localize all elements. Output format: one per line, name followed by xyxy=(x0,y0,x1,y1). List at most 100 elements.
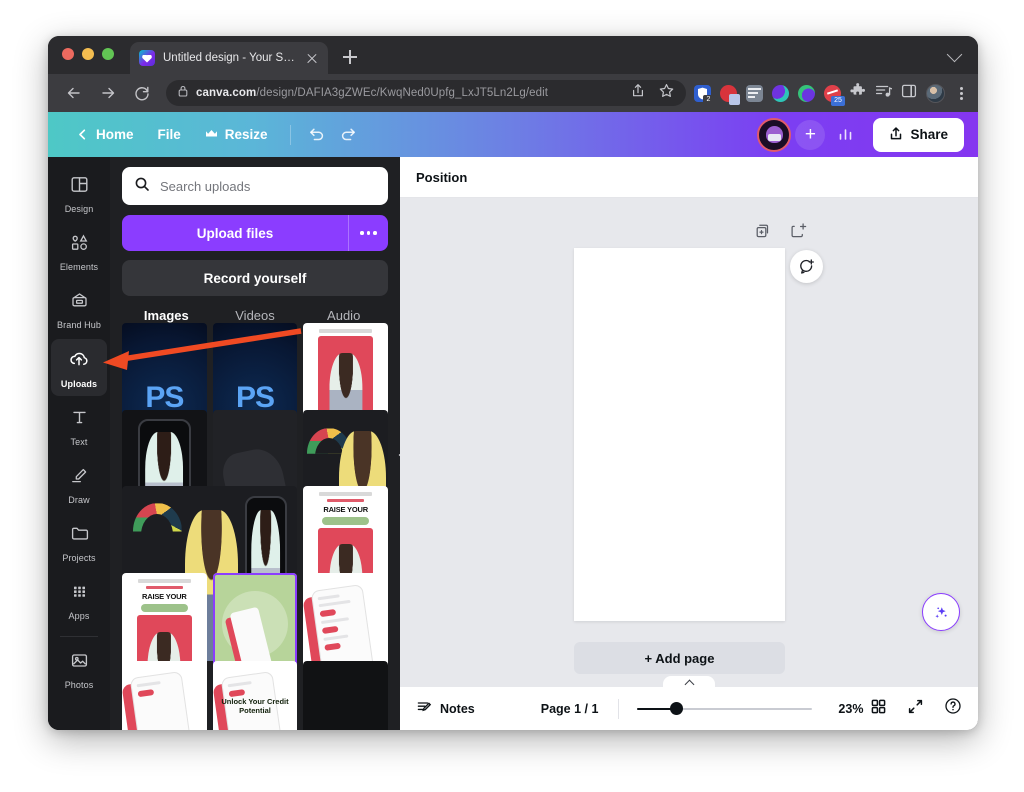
search-placeholder: Search uploads xyxy=(160,178,251,194)
home-button[interactable]: Home xyxy=(64,121,146,148)
share-icon[interactable] xyxy=(631,83,645,103)
redo-icon[interactable] xyxy=(333,119,365,151)
sidebar-item-elements[interactable]: Elements xyxy=(51,223,107,279)
upload-files-button[interactable]: Upload files xyxy=(122,215,388,251)
sidebar-item-design[interactable]: Design xyxy=(51,165,107,221)
address-bar[interactable]: canva.com/design/DAFIA3gZWEc/KwqNed0Upfg… xyxy=(166,80,686,106)
add-collaborator-button[interactable]: + xyxy=(795,119,826,150)
brand-bar xyxy=(137,579,192,584)
magic-assistant-button[interactable] xyxy=(922,593,960,631)
sidebar-item-photos[interactable]: Photos xyxy=(51,641,107,697)
sidebar-item-uploads[interactable]: Uploads xyxy=(51,339,107,396)
toolbar-divider xyxy=(289,124,291,145)
crown-icon xyxy=(205,127,218,142)
text-icon xyxy=(69,407,90,433)
sidebar-item-apps[interactable]: Apps xyxy=(51,572,107,628)
zoom-slider[interactable] xyxy=(637,702,813,716)
canva-heart-icon xyxy=(139,50,155,66)
new-tab-button[interactable] xyxy=(340,47,360,67)
kebab-menu-icon[interactable] xyxy=(954,85,968,101)
add-page-label: + Add page xyxy=(644,650,715,666)
minimize-window-button[interactable] xyxy=(82,48,94,60)
back-arrow-icon[interactable] xyxy=(60,79,88,107)
sidebar-item-projects[interactable]: Projects xyxy=(51,514,107,570)
sidebar-item-label: Draw xyxy=(68,495,90,505)
fullscreen-icon[interactable] xyxy=(907,698,924,720)
extension-grammarly-icon[interactable]: 25 xyxy=(824,84,845,106)
sidebar-item-text[interactable]: Text xyxy=(51,398,107,454)
ui-line xyxy=(136,681,162,688)
resize-button[interactable]: Resize xyxy=(193,121,280,148)
search-icon xyxy=(134,176,150,197)
add-page-button[interactable]: + Add page xyxy=(574,642,785,674)
ui-pill xyxy=(319,608,337,617)
brand-bar xyxy=(318,491,373,496)
share-button[interactable]: Share xyxy=(873,117,964,152)
collaborator-avatar[interactable] xyxy=(757,117,792,152)
extensions-puzzle-icon[interactable] xyxy=(850,82,866,104)
collapse-panel-button[interactable] xyxy=(398,425,400,485)
reload-icon[interactable] xyxy=(128,79,156,107)
omnibox-actions xyxy=(621,83,674,103)
upload-thumb-phone-partial-1[interactable] xyxy=(122,660,207,730)
phone-mockup xyxy=(129,671,199,730)
extension-purple-green-icon[interactable] xyxy=(798,84,815,102)
upload-thumb-phone-partial-2[interactable] xyxy=(212,660,298,730)
ui-pill xyxy=(228,689,246,698)
extension-notes-icon[interactable] xyxy=(746,84,763,102)
duplicate-page-icon[interactable] xyxy=(755,222,772,244)
file-label: File xyxy=(157,127,181,142)
window-traffic-lights xyxy=(62,48,114,60)
upload-thumb-green-unlock[interactable]: Unlock Your Credit Potential xyxy=(212,573,298,724)
chevron-down-icon[interactable] xyxy=(946,46,963,63)
sidebar-item-label: Brand Hub xyxy=(57,320,101,330)
left-rail: Design Elements Brand Hub Uploads Text D… xyxy=(48,157,110,730)
side-panel-icon[interactable] xyxy=(901,83,917,104)
position-toolbar: Position xyxy=(400,157,978,198)
add-page-icon[interactable] xyxy=(790,222,807,244)
slider-knob[interactable] xyxy=(670,702,684,715)
browser-tab[interactable]: Untitled design - Your Story xyxy=(130,42,328,74)
sidebar-item-draw[interactable]: Draw xyxy=(51,456,107,512)
page-indicator[interactable]: Page 1 / 1 xyxy=(541,702,599,716)
toolbar-divider xyxy=(618,698,620,719)
expand-panel-button[interactable] xyxy=(663,676,715,690)
extension-badge: 25 xyxy=(831,95,845,106)
tab-label: Videos xyxy=(235,308,275,323)
profile-avatar[interactable] xyxy=(926,83,945,103)
star-icon[interactable] xyxy=(659,83,674,103)
search-input[interactable]: Search uploads xyxy=(122,167,388,205)
uploads-cloud-icon xyxy=(68,348,90,375)
story-title: RAISE YOUR xyxy=(323,504,368,514)
subtitle-bar xyxy=(145,586,183,590)
canva-top-toolbar: Home File Resize + Share xyxy=(48,112,978,157)
bitwarden-extension-icon[interactable]: 2 xyxy=(694,84,714,105)
close-icon[interactable] xyxy=(305,51,319,65)
sidebar-item-brand-hub[interactable]: Brand Hub xyxy=(51,281,107,337)
forward-arrow-icon[interactable] xyxy=(94,79,122,107)
chevron-up-icon xyxy=(684,679,694,690)
file-menu-button[interactable]: File xyxy=(146,121,193,148)
record-yourself-button[interactable]: Record yourself xyxy=(122,260,388,296)
extension-red-folder-icon[interactable] xyxy=(720,84,740,105)
add-comment-button[interactable] xyxy=(790,250,823,283)
design-page-canvas[interactable] xyxy=(574,248,785,621)
more-options-icon[interactable] xyxy=(348,215,388,251)
photos-icon xyxy=(69,650,90,676)
story-title: RAISE YOUR xyxy=(142,592,187,602)
browser-toolbar: canva.com/design/DAFIA3gZWEc/KwqNed0Upfg… xyxy=(48,74,978,112)
canva-app: Home File Resize + Share Design Elements… xyxy=(48,112,978,730)
maximize-window-button[interactable] xyxy=(102,48,114,60)
design-icon xyxy=(69,174,90,200)
ui-line xyxy=(227,681,252,688)
undo-icon[interactable] xyxy=(301,119,333,151)
close-window-button[interactable] xyxy=(62,48,74,60)
upload-thumb-dark-logo[interactable]: CREDIT xyxy=(303,660,388,730)
grid-view-icon[interactable] xyxy=(870,698,887,720)
notes-button[interactable]: Notes xyxy=(416,699,475,719)
reading-list-icon[interactable] xyxy=(875,83,893,104)
ui-pill xyxy=(137,689,155,698)
help-icon[interactable] xyxy=(944,697,962,720)
insights-chart-icon[interactable] xyxy=(829,119,861,151)
extension-purple-teal-icon[interactable] xyxy=(772,84,789,102)
